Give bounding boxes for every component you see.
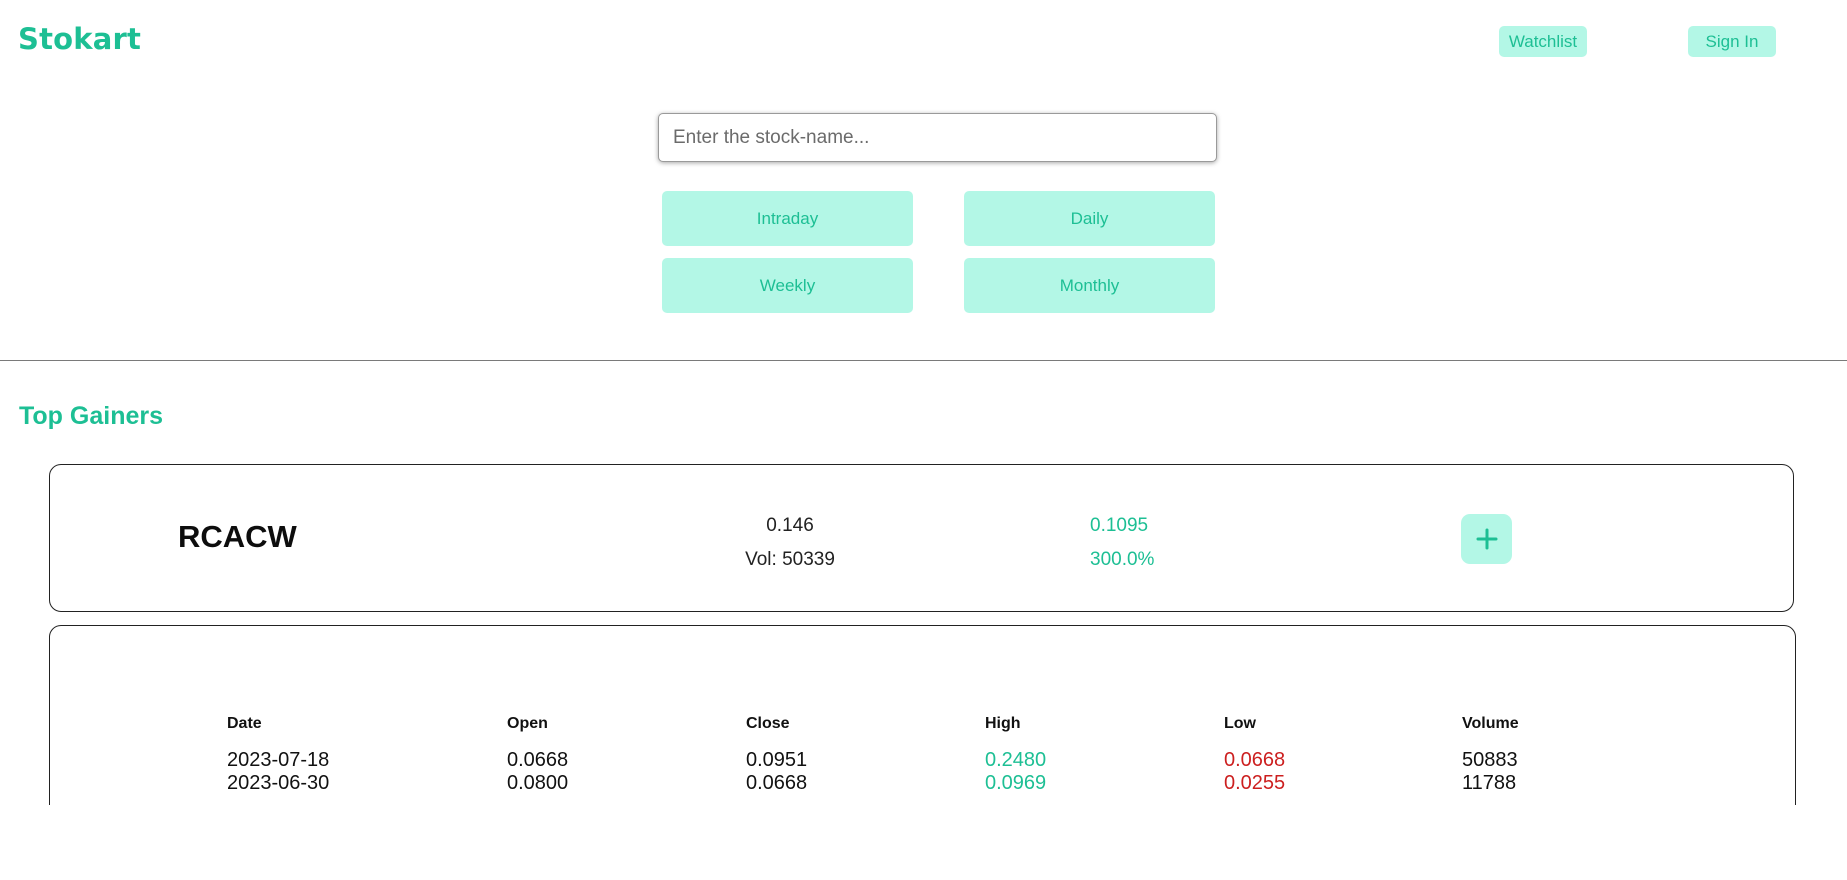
cell-low: 0.0255: [1224, 772, 1286, 794]
gainer-card[interactable]: RCACW 0.146 Vol: 50339 0.1095 300.0%: [49, 464, 1794, 612]
intraday-button[interactable]: Intraday: [662, 191, 913, 246]
weekly-button[interactable]: Weekly: [662, 258, 913, 313]
watchlist-button[interactable]: Watchlist: [1499, 26, 1587, 57]
history-header-row: Date Open Close High Low Volume: [227, 703, 1582, 733]
sign-in-button[interactable]: Sign In: [1688, 26, 1776, 57]
gainer-price: 0.146: [766, 515, 814, 536]
gainer-change-block: 0.1095 300.0%: [1090, 509, 1250, 577]
cell-date: 2023-07-18: [227, 749, 330, 771]
page: Stokart Watchlist Sign In Intraday Daily…: [0, 0, 1847, 880]
column-header-high: High: [985, 715, 1021, 732]
column-header-open: Open: [507, 715, 548, 732]
table-row: 2023-06-30 0.0800 0.0668 0.0969 0.0255 1…: [227, 772, 1582, 795]
history-table: Date Open Close High Low Volume 2023-07-…: [227, 703, 1582, 795]
column-header-low: Low: [1224, 715, 1256, 732]
plus-icon: [1476, 528, 1497, 550]
top-gainers-heading: Top Gainers: [19, 402, 164, 430]
cell-open: 0.0668: [507, 749, 569, 771]
cell-high: 0.2480: [985, 749, 1047, 771]
daily-button[interactable]: Daily: [964, 191, 1215, 246]
add-to-watchlist-button[interactable]: [1461, 514, 1512, 564]
cell-volume: 50883: [1462, 749, 1518, 771]
column-header-close: Close: [746, 715, 790, 732]
cell-close: 0.0951: [746, 749, 808, 771]
cell-high: 0.0969: [985, 772, 1047, 794]
cell-date: 2023-06-30: [227, 772, 330, 794]
table-row: 2023-07-18 0.0668 0.0951 0.2480 0.0668 5…: [227, 733, 1582, 772]
viewport-bottom-mask: [0, 805, 1847, 880]
column-header-volume: Volume: [1462, 715, 1519, 732]
cell-close: 0.0668: [746, 772, 808, 794]
gainer-volume: Vol: 50339: [745, 549, 835, 570]
stock-search-input[interactable]: [658, 113, 1217, 162]
cell-volume: 11788: [1462, 772, 1517, 794]
monthly-button[interactable]: Monthly: [964, 258, 1215, 313]
gainer-change: 0.1095: [1090, 515, 1149, 536]
section-divider: [0, 360, 1847, 361]
gainer-change-percent: 300.0%: [1090, 549, 1155, 570]
cell-low: 0.0668: [1224, 749, 1286, 771]
cell-open: 0.0800: [507, 772, 569, 794]
gainer-price-block: 0.146 Vol: 50339: [690, 509, 890, 577]
gainer-ticker: RCACW: [178, 519, 297, 554]
column-header-date: Date: [227, 715, 262, 732]
brand-logo[interactable]: Stokart: [18, 22, 141, 56]
